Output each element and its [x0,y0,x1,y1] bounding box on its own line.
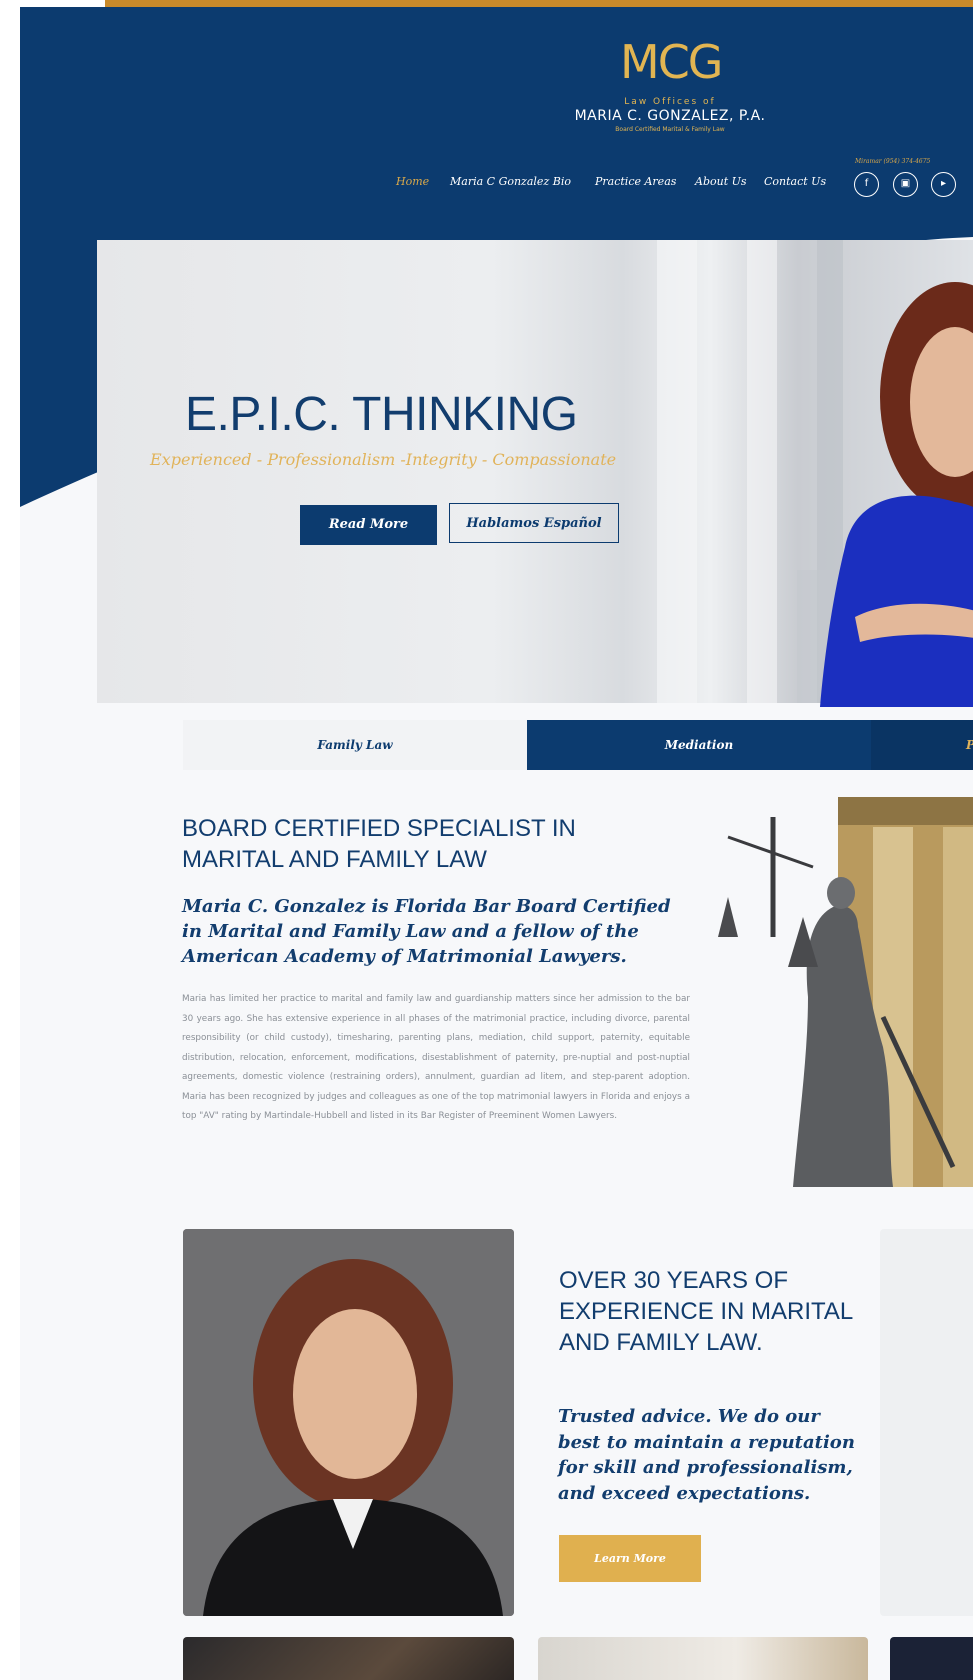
nav-about-us[interactable]: About Us [695,175,747,188]
learn-more-button[interactable]: Learn More [559,1535,701,1582]
top-accent-bar [105,0,973,7]
thumbnail-image-2[interactable] [538,1637,868,1680]
tab-pro[interactable]: Pro [871,720,973,770]
logo-tagline: Board Certified Marital & Family Law [615,126,725,133]
board-certified-subheading: Maria C. Gonzalez is Florida Bar Board C… [182,896,671,967]
logo-subtitle: Law Offices of [624,97,716,107]
instagram-icon[interactable]: ▣ [893,172,918,197]
read-more-button[interactable]: Read More [300,505,437,545]
hero-tagline: Experienced - Professionalism -Integrity… [150,450,617,469]
logo-mark[interactable]: MCG [620,35,723,90]
board-certified-body: Maria has limited her practice to marita… [182,994,690,1121]
experience-heading: OVER 30 YEARS OF EXPERIENCE IN MARITAL A… [559,1267,853,1356]
experience-subheading: Trusted advice. We do our best to mainta… [558,1406,855,1504]
nav-home[interactable]: Home [396,175,429,188]
logo-firm-name[interactable]: MARIA C. GONZALEZ, P.A. [565,108,775,124]
hero-title: E.P.I.C. THINKING [185,388,578,441]
phone-number[interactable]: Miramar (954) 374-4675 [855,158,930,165]
side-card [880,1229,973,1616]
thumbnail-image-3[interactable] [890,1637,973,1680]
attorney-portrait-photo [183,1229,514,1616]
thumbnail-image-1[interactable] [183,1637,514,1680]
nav-bio[interactable]: Maria C Gonzalez Bio [450,175,571,188]
attorney-portrait-image [183,1229,514,1616]
attorney-hero-photo [820,282,973,707]
page-frame: MCG Law Offices of MARIA C. GONZALEZ, P.… [20,7,973,1680]
nav-practice-areas[interactable]: Practice Areas [595,175,676,188]
board-certified-heading: BOARD CERTIFIED SPECIALIST IN MARITAL AN… [182,815,576,873]
tab-family-law[interactable]: Family Law [183,720,527,770]
tab-mediation[interactable]: Mediation [527,720,871,770]
nav-contact-us[interactable]: Contact Us [764,175,826,188]
header-background [20,7,973,237]
facebook-icon[interactable]: f [854,172,879,197]
lady-justice-statue-image [718,797,973,1187]
youtube-icon[interactable]: ▸ [931,172,956,197]
hablamos-espanol-button[interactable]: Hablamos Español [449,503,619,543]
